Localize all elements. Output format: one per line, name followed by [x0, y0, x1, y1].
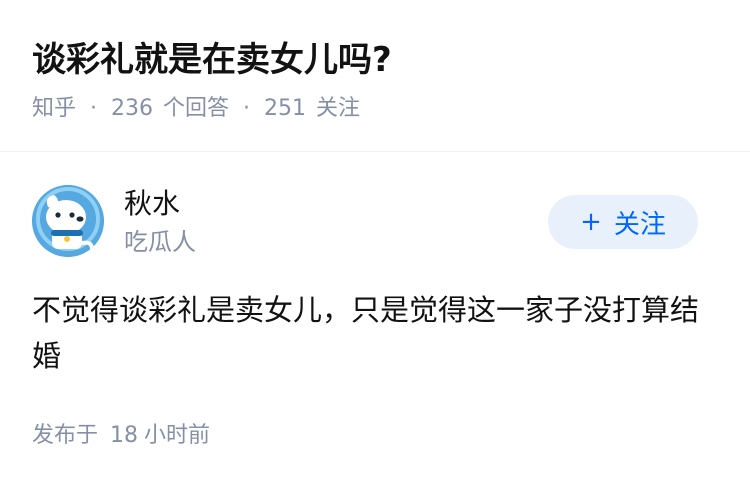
- meta-separator: ·: [243, 96, 251, 121]
- meta-separator: ·: [90, 96, 98, 121]
- answer-content[interactable]: 不觉得谈彩礼是卖女儿，只是觉得这一家子没打算结婚: [32, 287, 722, 379]
- question-meta: 知乎 · 236 个回答 · 251 关注: [32, 92, 360, 126]
- avatar[interactable]: [32, 185, 104, 257]
- question-header: 谈彩礼就是在卖女儿吗? 知乎 · 236 个回答 · 251 关注: [0, 0, 750, 152]
- time-unit: 小时前: [144, 423, 211, 448]
- follow-button-label: 关注: [613, 209, 666, 240]
- answer-count-label: 个回答: [163, 96, 230, 121]
- author-headline: 吃瓜人: [124, 228, 196, 256]
- author-name[interactable]: 秋水: [124, 185, 180, 223]
- follower-count: 251: [264, 96, 307, 121]
- time-prefix: 发布于: [32, 423, 99, 448]
- answer-time: 发布于 18 小时前: [32, 419, 210, 453]
- plus-icon: +: [580, 207, 602, 237]
- answer-card: 秋水 吃瓜人 + 关注 不觉得谈彩礼是卖女儿，只是觉得这一家子没打算结婚 发布于…: [0, 153, 750, 486]
- answer-count: 236: [111, 96, 154, 121]
- follow-button[interactable]: + 关注: [548, 195, 698, 249]
- question-title[interactable]: 谈彩礼就是在卖女儿吗?: [32, 36, 392, 84]
- follower-count-label: 关注: [316, 96, 361, 121]
- dog-cartoon-avatar-icon: [32, 185, 104, 257]
- time-value: 18: [110, 423, 139, 448]
- source-link[interactable]: 知乎: [32, 92, 76, 126]
